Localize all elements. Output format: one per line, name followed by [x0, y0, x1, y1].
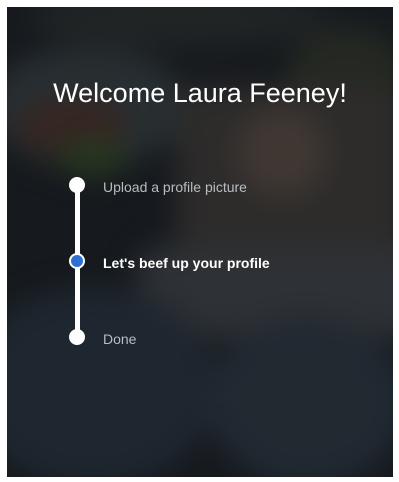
welcome-title: Welcome Laura Feeney!: [53, 78, 347, 108]
onboarding-panel: Welcome Laura Feeney! Upload a profile p…: [7, 7, 393, 477]
step-label-beef-up-profile: Let's beef up your profile: [103, 255, 270, 271]
step-dot-done: [69, 329, 85, 345]
step-dot-beef-up-profile: [69, 253, 85, 269]
step-label-done: Done: [103, 331, 137, 347]
step-dot-upload-picture: [69, 177, 85, 193]
step-label-upload-picture: Upload a profile picture: [103, 179, 247, 195]
